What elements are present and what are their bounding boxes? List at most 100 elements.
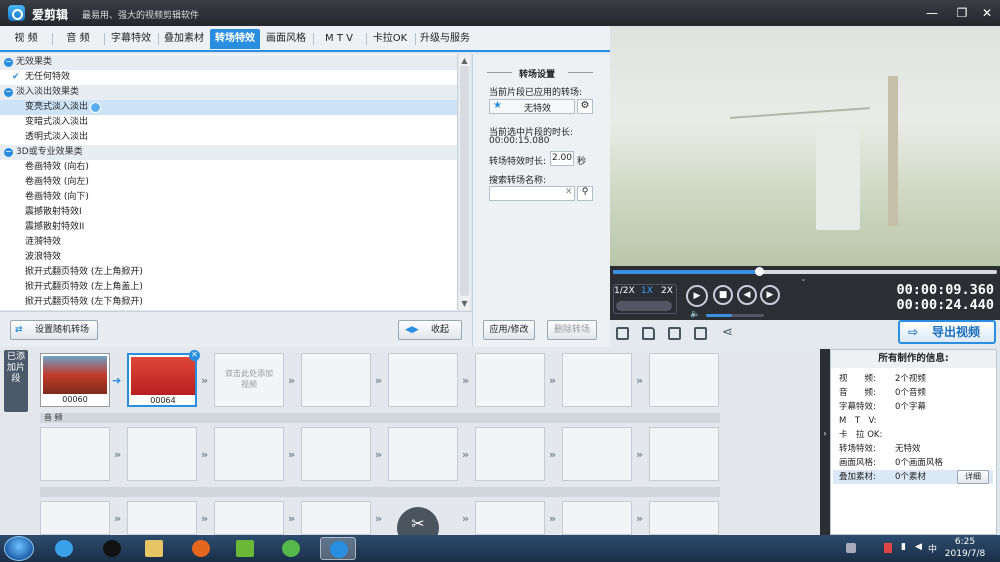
empty-slot[interactable] (40, 427, 110, 481)
tab-upgrade[interactable]: 升级与服务 (418, 29, 472, 49)
tab-subtitle-effects[interactable]: 字幕特效 (108, 29, 154, 49)
tab-transitions[interactable]: 转场特效 (210, 29, 260, 49)
stop-icon[interactable]: ■ (713, 285, 733, 305)
green-app-taskbar-icon[interactable] (277, 537, 305, 560)
empty-slot[interactable] (475, 353, 545, 407)
empty-slot[interactable] (214, 501, 284, 535)
jog-dial[interactable] (616, 301, 672, 311)
list-item[interactable]: 波浪特效 (0, 250, 457, 265)
forward-icon[interactable]: ▶ (760, 285, 780, 305)
volume-slider[interactable] (706, 314, 764, 317)
empty-slot[interactable] (562, 353, 632, 407)
empty-slot[interactable] (214, 427, 284, 481)
rewind-icon[interactable]: ◀ (737, 285, 757, 305)
search-input[interactable] (489, 186, 575, 201)
clip-thumbnail[interactable]: 00060 (40, 353, 110, 407)
save-icon[interactable] (668, 327, 681, 340)
empty-slot[interactable] (562, 501, 632, 535)
clear-icon[interactable]: ✕ (565, 187, 573, 197)
aijianji-taskbar-icon[interactable] (320, 537, 356, 560)
list-item[interactable]: 震撼散射特效II (0, 220, 457, 235)
list-item[interactable]: 掀开式翻页特效 (左上角掀开) (0, 265, 457, 280)
empty-slot[interactable] (475, 501, 545, 535)
speed-2x[interactable]: 2X (661, 286, 673, 296)
export-video-button[interactable]: ⇨ 导出视频 (898, 320, 996, 344)
list-item-selected[interactable]: 变亮式淡入淡出 (0, 100, 457, 115)
search-icon[interactable]: ⚲ (577, 186, 593, 201)
settings-gear-icon[interactable]: ⚙ (577, 99, 593, 114)
playback-progress[interactable]: ⌄ (610, 266, 1000, 283)
network-icon[interactable]: ▮ (901, 542, 906, 552)
detail-button[interactable]: 详细 (957, 470, 989, 484)
info-collapse-tab[interactable]: › (820, 349, 830, 535)
restore-button[interactable]: ❐ (952, 4, 972, 22)
list-item[interactable]: 震撼散射特效I (0, 205, 457, 220)
effect-duration-input[interactable]: 2.00 (550, 151, 574, 166)
collapse-button[interactable]: ◀▶ 收起 (398, 320, 462, 340)
scrollbar-thumb[interactable] (460, 66, 469, 296)
empty-slot[interactable] (649, 353, 719, 407)
ime-icon[interactable]: 中 (928, 542, 937, 555)
scroll-down-icon[interactable]: ▼ (459, 298, 470, 309)
list-item[interactable]: 掀开式翻页特效 (左下角掀开) (0, 295, 457, 310)
empty-slot[interactable] (301, 353, 371, 407)
list-item[interactable]: ✔ 无任何特效 (0, 70, 457, 85)
empty-slot[interactable] (301, 427, 371, 481)
play-icon[interactable]: ▶ (686, 285, 708, 307)
qq-taskbar-icon[interactable] (98, 537, 126, 560)
media-app-taskbar-icon[interactable] (231, 537, 259, 560)
clip-thumbnail-selected[interactable]: 00064 (127, 353, 197, 407)
empty-slot[interactable] (562, 427, 632, 481)
volume-tray-icon[interactable]: ◀ (915, 542, 922, 552)
remove-clip-icon[interactable]: ✕ (189, 350, 200, 361)
close-button[interactable]: ✕ (977, 4, 997, 22)
empty-slot[interactable] (649, 501, 719, 535)
minimize-button[interactable]: — (922, 4, 942, 22)
empty-slot[interactable] (475, 427, 545, 481)
start-button-icon[interactable] (4, 536, 34, 561)
speed-half[interactable]: 1/2X (614, 286, 635, 296)
speed-1x[interactable]: 1X (641, 286, 653, 296)
category-row[interactable]: − 无效果类 (0, 55, 457, 70)
media-player-taskbar-icon[interactable] (50, 537, 78, 560)
list-item[interactable]: 变暗式淡入淡出 (0, 115, 457, 130)
progress-handle[interactable] (754, 267, 764, 276)
empty-slot[interactable] (388, 427, 458, 481)
empty-slot[interactable] (301, 501, 371, 535)
list-item[interactable]: 透明式淡入淡出 (0, 130, 457, 145)
empty-slot[interactable] (127, 427, 197, 481)
empty-slot[interactable] (127, 501, 197, 535)
add-video-slot[interactable]: 双击此处添加视频 (214, 353, 284, 407)
random-transition-button[interactable]: ⇄ 设置随机转场 (10, 320, 98, 340)
tray-icon[interactable] (846, 543, 856, 553)
delete-transition-button[interactable]: 删除转场 (547, 320, 597, 340)
clock-time[interactable]: 6:25 (940, 537, 990, 547)
share-icon[interactable]: ⋖ (722, 325, 733, 340)
tab-audio[interactable]: 音 频 (58, 29, 98, 49)
edit-icon[interactable] (694, 327, 707, 340)
list-item[interactable]: 卷画特效 (向右) (0, 160, 457, 175)
clock-date[interactable]: 2019/7/8 (940, 549, 990, 559)
list-item[interactable]: 涟漪特效 (0, 235, 457, 250)
tab-overlay[interactable]: 叠加素材 (160, 29, 208, 49)
empty-slot[interactable] (388, 353, 458, 407)
snapshot-icon[interactable] (616, 327, 629, 340)
tab-video[interactable]: 视 频 (6, 29, 46, 49)
list-item[interactable]: 卷画特效 (向下) (0, 190, 457, 205)
empty-slot[interactable] (649, 427, 719, 481)
tab-karaoke[interactable]: 卡拉OK (368, 29, 412, 49)
firefox-taskbar-icon[interactable] (187, 537, 215, 560)
list-item[interactable]: 卷画特效 (向左) (0, 175, 457, 190)
category-row[interactable]: −3D或专业效果类 (0, 145, 457, 160)
tray-flag-icon[interactable] (884, 543, 892, 553)
scroll-up-icon[interactable]: ▲ (459, 55, 470, 66)
list-item[interactable]: 掀开式翻页特效 (左上角盖上) (0, 280, 457, 295)
folder-icon[interactable] (642, 327, 655, 340)
tab-picture-style[interactable]: 画面风格 (262, 29, 310, 49)
tab-mtv[interactable]: M T V (316, 29, 362, 49)
category-row[interactable]: − 淡入淡出效果类 (0, 85, 457, 100)
file-explorer-taskbar-icon[interactable] (140, 537, 168, 560)
volume-icon[interactable]: 🔈 (690, 309, 700, 318)
empty-slot[interactable] (40, 501, 110, 535)
apply-button[interactable]: 应用/修改 (483, 320, 535, 340)
